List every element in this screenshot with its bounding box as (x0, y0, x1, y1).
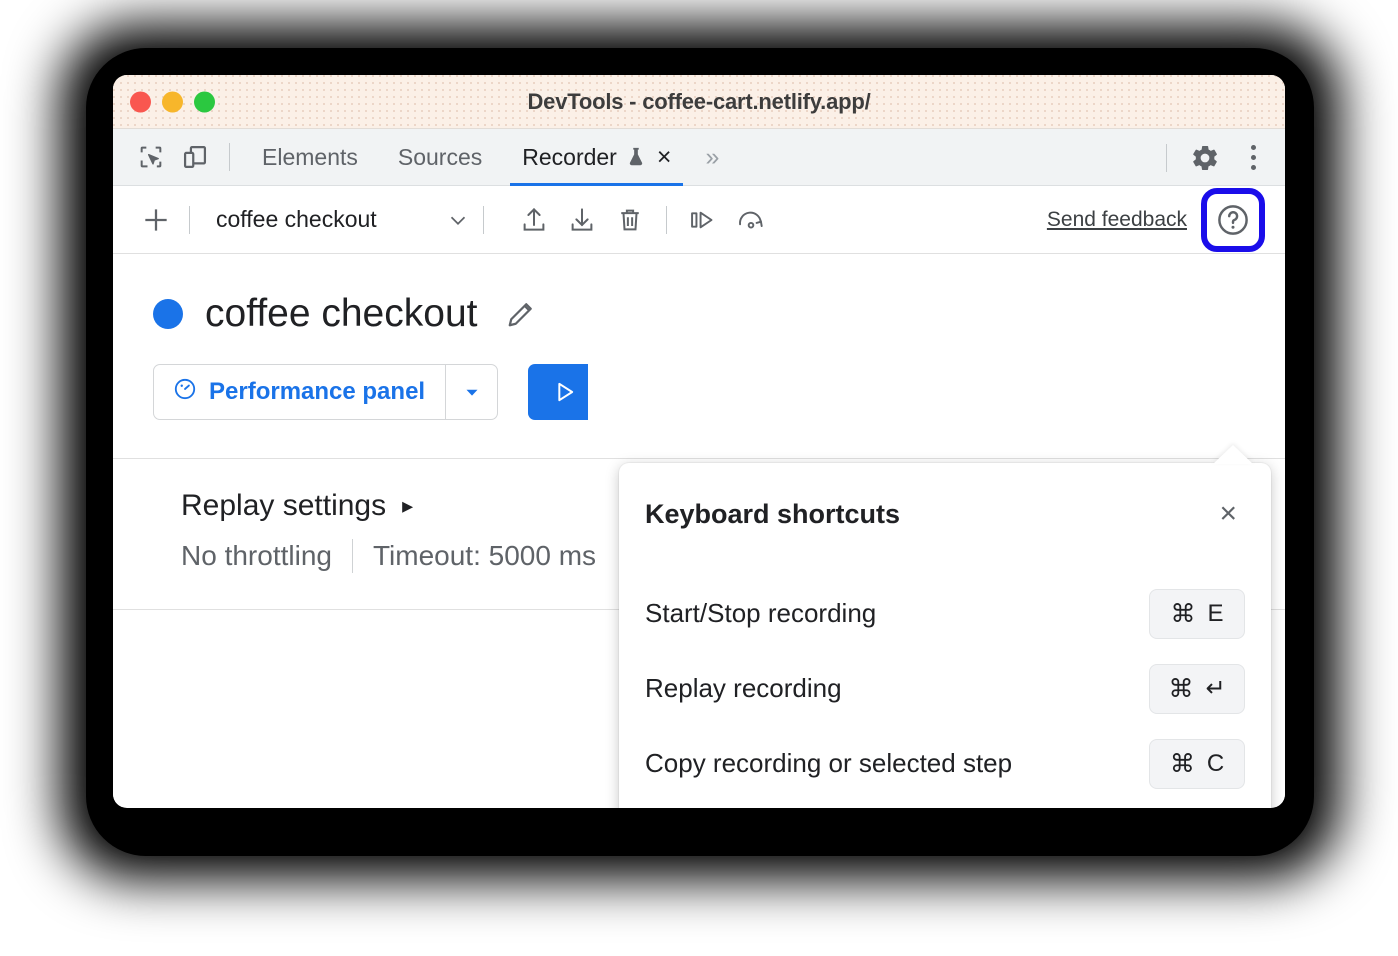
tab-sources-label: Sources (398, 144, 482, 171)
create-recording-icon[interactable] (135, 199, 177, 241)
target-panel-label: Performance panel (209, 378, 425, 406)
tab-elements-label: Elements (262, 144, 358, 171)
recording-selector[interactable]: coffee checkout (216, 206, 471, 233)
close-recorder-tab-icon[interactable]: × (657, 145, 672, 170)
window-title: DevTools - coffee-cart.netlify.app/ (113, 89, 1285, 115)
timeout-value: Timeout: 5000 ms (373, 540, 596, 572)
shortcut-key: ↵ (1205, 674, 1225, 703)
recorder-toolbar: coffee checkout (113, 186, 1285, 254)
tabstrip-right-actions (1154, 129, 1275, 186)
recording-header: coffee checkout (113, 254, 1285, 336)
recorder-body: coffee checkout (113, 254, 1285, 807)
shortcut-keycap: ⌘ C (1149, 739, 1245, 789)
modifier-key: ⌘ (1170, 749, 1195, 779)
inspect-element-icon[interactable] (129, 135, 173, 179)
replay-speed-icon[interactable] (727, 196, 775, 244)
shortcut-keycap: ⌘ ↵ (1149, 664, 1245, 714)
target-panel-select[interactable]: Performance panel (153, 364, 498, 420)
list-item: Copy recording or selected step ⌘ C (645, 726, 1245, 801)
list-item: Replay recording ⌘ ↵ (645, 651, 1245, 726)
tab-elements[interactable]: Elements (242, 129, 378, 186)
shortcut-key: C (1207, 750, 1224, 778)
maximize-window-button[interactable] (194, 91, 215, 112)
replay-button[interactable] (528, 364, 588, 420)
tabstrip-divider (229, 143, 230, 171)
experiment-flask-icon (625, 145, 647, 169)
window-titlebar: DevTools - coffee-cart.netlify.app/ (113, 75, 1285, 129)
recorder-toolbar-right: Send feedback (1047, 186, 1267, 254)
export-recording-icon[interactable] (510, 196, 558, 244)
recorder-actions (510, 196, 775, 244)
replay-settings-label: Replay settings (181, 489, 386, 523)
toolbar-divider-1 (189, 206, 190, 234)
import-recording-icon[interactable] (558, 196, 606, 244)
tabstrip-right-divider (1166, 144, 1167, 172)
toolbar-divider-2 (483, 206, 484, 234)
popup-arrow (1213, 445, 1253, 464)
shortcut-label: Start/Stop recording (645, 598, 876, 629)
recording-controls: Performance panel (113, 336, 1285, 420)
traffic-lights (130, 91, 215, 112)
edit-title-pencil-icon[interactable] (503, 296, 539, 332)
close-window-button[interactable] (130, 91, 151, 112)
popup-header: Keyboard shortcuts × (619, 463, 1271, 530)
step-over-icon[interactable] (679, 196, 727, 244)
shortcut-list: Start/Stop recording ⌘ E Replay recordin… (619, 530, 1271, 808)
shortcut-label: Copy recording or selected step (645, 748, 1012, 779)
tab-recorder-label: Recorder (522, 144, 617, 171)
list-item: Toggle code view ⌘ B (645, 801, 1245, 808)
device-toolbar-icon[interactable] (173, 135, 217, 179)
shortcut-label: Replay recording (645, 673, 842, 704)
delete-recording-icon[interactable] (606, 196, 654, 244)
modifier-key: ⌘ (1170, 599, 1195, 629)
replay-settings-expander-icon[interactable]: ▸ (402, 495, 413, 517)
help-icon[interactable] (1214, 201, 1252, 239)
modifier-key: ⌘ (1168, 674, 1193, 704)
keyboard-shortcuts-popup: Keyboard shortcuts × Start/Stop recordin… (619, 463, 1271, 808)
target-panel-caret-icon[interactable] (445, 365, 497, 419)
help-button-wrapper (1199, 186, 1267, 254)
tab-recorder[interactable]: Recorder × (502, 129, 691, 186)
list-item: Start/Stop recording ⌘ E (645, 576, 1245, 651)
more-options-dots (1251, 145, 1256, 170)
devtools-tabstrip: Elements Sources Recorder × » (113, 129, 1285, 186)
toolbar-divider-3 (666, 206, 667, 234)
summary-divider (352, 539, 353, 573)
shortcut-key: E (1207, 600, 1223, 628)
shortcut-keycap: ⌘ E (1149, 589, 1245, 639)
close-icon[interactable]: × (1219, 499, 1237, 529)
settings-gear-icon[interactable] (1183, 136, 1227, 180)
chevron-down-icon (445, 207, 471, 233)
popup-title: Keyboard shortcuts (645, 499, 900, 530)
more-tabs-icon[interactable]: » (705, 143, 719, 172)
send-feedback-link[interactable]: Send feedback (1047, 208, 1187, 232)
recording-status-dot (153, 299, 183, 329)
more-options-icon[interactable] (1231, 136, 1275, 180)
minimize-window-button[interactable] (162, 91, 183, 112)
tab-sources[interactable]: Sources (378, 129, 502, 186)
target-panel-main[interactable]: Performance panel (154, 365, 445, 419)
performance-gauge-icon (172, 376, 198, 409)
devtools-window: DevTools - coffee-cart.netlify.app/ Ele (113, 75, 1285, 808)
recording-selector-value: coffee checkout (216, 206, 377, 233)
screenshot-root: DevTools - coffee-cart.netlify.app/ Ele (0, 0, 1398, 956)
throttling-value: No throttling (181, 540, 332, 572)
recording-title: coffee checkout (205, 292, 477, 336)
